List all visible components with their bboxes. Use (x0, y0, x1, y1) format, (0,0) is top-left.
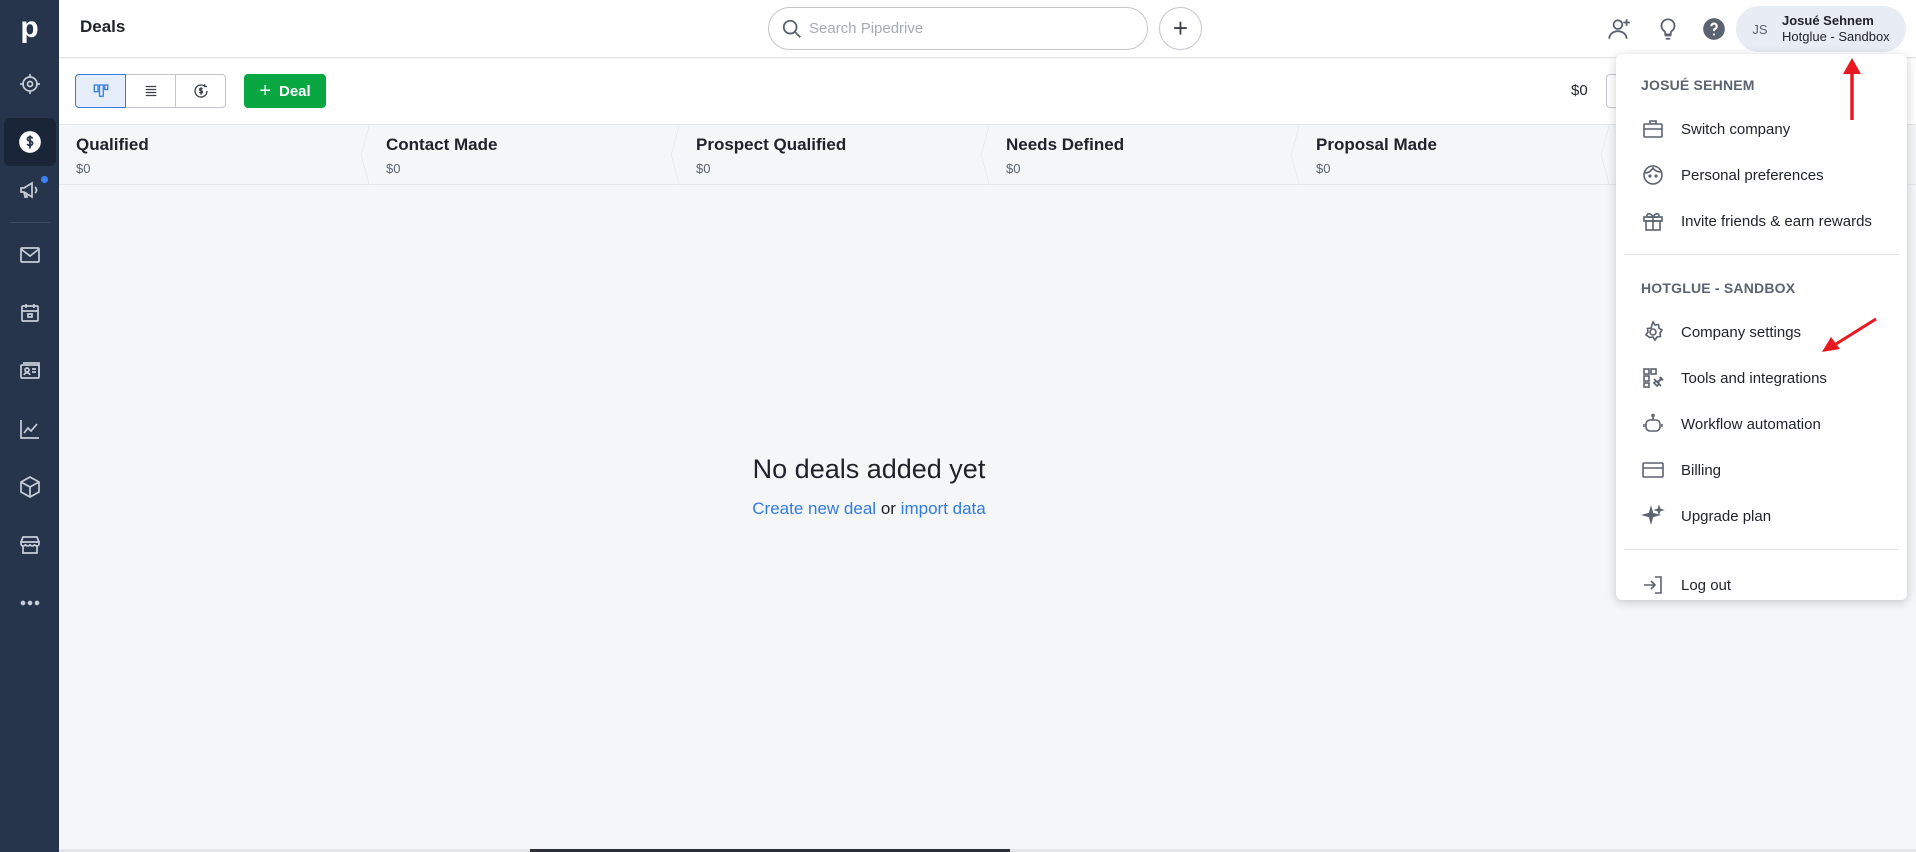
mail-icon[interactable] (4, 231, 56, 279)
credit-card-icon (1642, 462, 1664, 478)
pipeline-icon (93, 84, 108, 97)
create-deal-link[interactable]: Create new deal (752, 499, 876, 518)
stage-column: Prospect Qualified $0 (679, 125, 989, 185)
briefcase-icon (1643, 120, 1663, 138)
store-icon[interactable] (4, 521, 56, 569)
top-bar: Deals + JS Josué Sehnem Hotglue - Sandbo… (59, 0, 1916, 58)
avatar: JS (1752, 21, 1768, 37)
megaphone-icon[interactable] (4, 166, 56, 214)
sidebar-divider (9, 222, 50, 223)
dollar-icon[interactable] (3, 118, 56, 166)
invite-friends-item[interactable]: Invite friends & earn rewards (1616, 198, 1907, 244)
page-title: Deals (80, 17, 126, 36)
target-icon[interactable] (4, 60, 56, 108)
annotation-arrow-diagonal (1822, 317, 1877, 352)
menu-item-label: Personal preferences (1681, 166, 1824, 184)
company-section-header: HOTGLUE - SANDBOX (1641, 280, 1796, 296)
or-text: or (880, 499, 896, 518)
add-deal-button[interactable]: + Deal (244, 74, 326, 108)
tools-integrations-item[interactable]: Tools and integrations (1616, 355, 1907, 401)
stage-value: $0 (696, 161, 711, 176)
menu-item-label: Log out (1681, 576, 1732, 594)
stage-name: Proposal Made (1316, 135, 1437, 154)
stage-column: Contact Made $0 (369, 125, 679, 185)
import-data-link[interactable]: import data (901, 499, 986, 518)
plus-icon: + (259, 79, 271, 102)
empty-state-links: Create new deal or import data (752, 499, 985, 519)
menu-divider (1624, 254, 1899, 255)
search-box[interactable] (768, 7, 1148, 50)
menu-divider (1624, 549, 1899, 550)
menu-item-label: Billing (1681, 461, 1722, 479)
view-switcher (75, 74, 226, 108)
search-icon (782, 19, 801, 38)
billing-item[interactable]: Billing (1616, 447, 1907, 493)
logout-icon (1644, 576, 1662, 594)
user-company: Hotglue - Sandbox (1782, 29, 1890, 44)
contacts-icon[interactable] (4, 347, 56, 395)
robot-icon (1643, 413, 1663, 432)
invite-user-icon[interactable] (1604, 14, 1634, 44)
menu-item-label: Switch company (1681, 120, 1791, 138)
sparkle-icon (1641, 504, 1665, 526)
stage-column: Qualified $0 (59, 125, 369, 185)
chart-icon[interactable] (4, 405, 56, 453)
search-input[interactable] (809, 20, 1129, 37)
logout-item[interactable]: Log out (1616, 562, 1907, 608)
menu-item-label: Invite friends & earn rewards (1681, 212, 1872, 230)
calendar-icon[interactable] (4, 289, 56, 337)
face-icon (1643, 165, 1663, 185)
annotation-arrow-up (1843, 58, 1861, 120)
menu-item-label: Company settings (1681, 323, 1802, 341)
menu-item-label: Tools and integrations (1681, 369, 1827, 387)
sidebar: p (0, 0, 59, 852)
gift-icon (1643, 213, 1663, 231)
menu-item-label: Workflow automation (1681, 415, 1821, 433)
box-icon[interactable] (4, 463, 56, 511)
help-icon[interactable] (1699, 14, 1729, 44)
stage-value: $0 (386, 161, 401, 176)
quick-add-button[interactable]: + (1159, 7, 1202, 50)
notification-dot (40, 176, 48, 183)
stage-value: $0 (76, 161, 91, 176)
upgrade-plan-item[interactable]: Upgrade plan (1616, 493, 1907, 539)
stage-name: Qualified (76, 135, 149, 154)
forecast-view-button[interactable] (175, 74, 226, 108)
forecast-icon (193, 84, 208, 98)
tools-icon (1643, 368, 1664, 388)
pipeline-view-button[interactable] (75, 74, 126, 108)
pipeline-total: $0 (1571, 82, 1588, 99)
more-icon[interactable] (4, 579, 56, 627)
list-view-button[interactable] (125, 74, 176, 108)
stage-value: $0 (1316, 161, 1331, 176)
stage-name: Contact Made (386, 135, 498, 154)
stage-name: Prospect Qualified (696, 135, 847, 154)
add-deal-label: Deal (279, 82, 311, 100)
workflow-automation-item[interactable]: Workflow automation (1616, 401, 1907, 447)
stage-column: Proposal Made $0 (1299, 125, 1609, 185)
list-icon (145, 85, 156, 97)
user-name: Josué Sehnem (1782, 13, 1874, 28)
stage-name: Needs Defined (1006, 135, 1125, 154)
gear-icon (1644, 320, 1664, 342)
personal-preferences-item[interactable]: Personal preferences (1616, 152, 1907, 198)
pipedrive-logo[interactable]: p (0, 0, 59, 56)
empty-state-title: No deals added yet (752, 454, 986, 484)
menu-item-label: Upgrade plan (1681, 507, 1772, 525)
user-menu-button[interactable]: JS Josué Sehnem Hotglue - Sandbox (1736, 6, 1906, 52)
stage-value: $0 (1006, 161, 1021, 176)
lightbulb-icon[interactable] (1653, 14, 1683, 44)
stage-column: Needs Defined $0 (989, 125, 1299, 185)
